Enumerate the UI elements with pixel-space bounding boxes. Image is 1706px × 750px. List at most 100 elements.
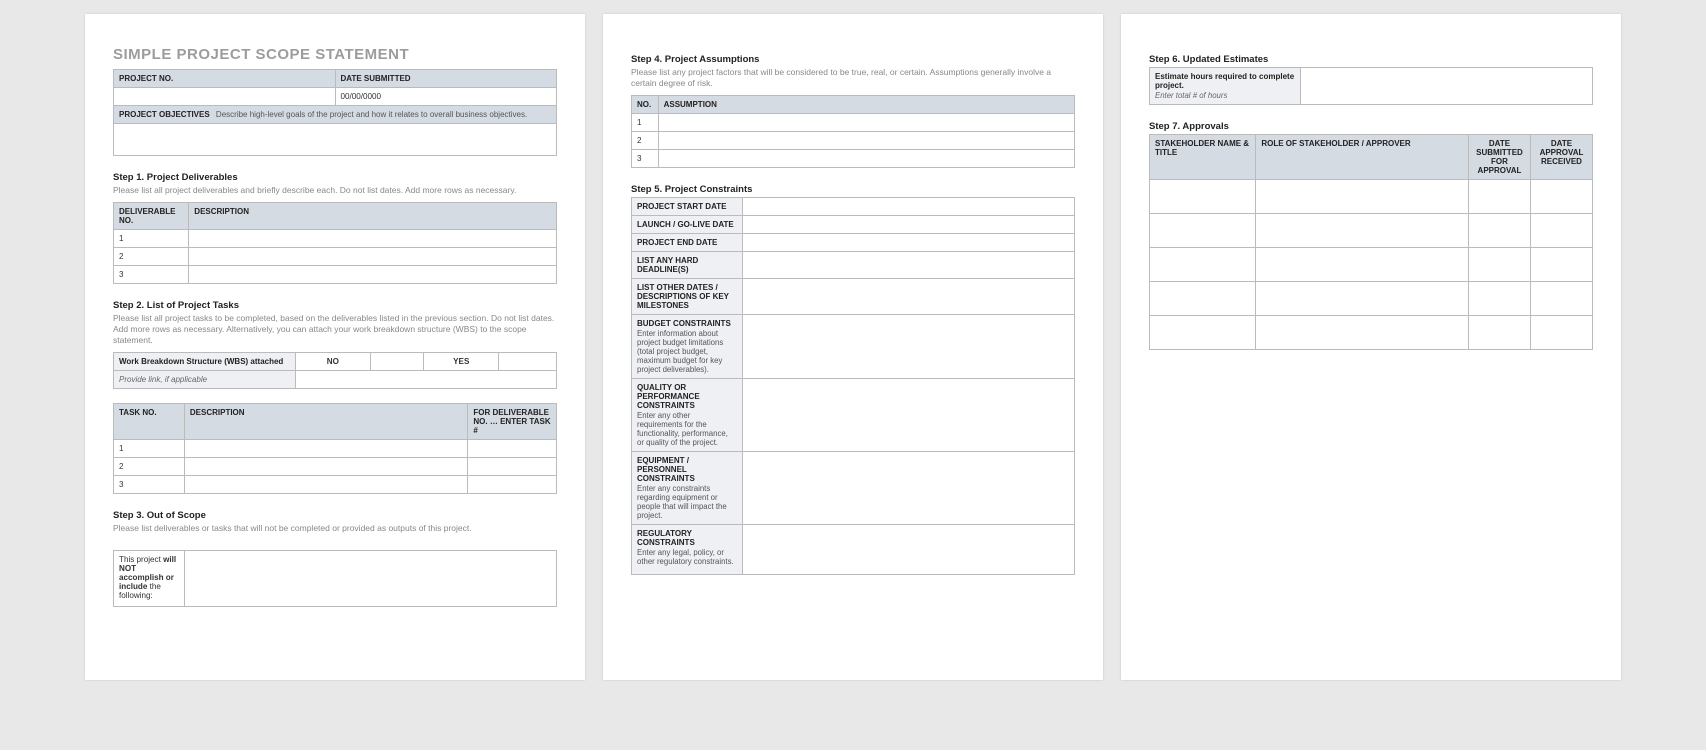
document-title: SIMPLE PROJECT SCOPE STATEMENT: [113, 46, 557, 63]
estimates-value[interactable]: [1300, 68, 1592, 105]
deliverable-row-no[interactable]: 3: [114, 266, 189, 284]
task-row-no[interactable]: 2: [114, 458, 185, 476]
approval-role[interactable]: [1256, 282, 1469, 316]
assumption-row-no[interactable]: 1: [632, 114, 659, 132]
step2-desc: Please list all project tasks to be comp…: [113, 313, 557, 346]
task-row-desc[interactable]: [184, 458, 468, 476]
deliverables-table: DELIVERABLE NO. DESCRIPTION 1 2 3: [113, 202, 557, 284]
task-row-for[interactable]: [468, 476, 557, 494]
constraint-equipment-value[interactable]: [742, 452, 1074, 525]
approval-role[interactable]: [1256, 214, 1469, 248]
objectives-header: PROJECT OBJECTIVES Describe high-level g…: [114, 106, 557, 124]
constraint-start-label: PROJECT START DATE: [632, 198, 743, 216]
approval-received[interactable]: [1530, 180, 1592, 214]
date-submitted-value[interactable]: 00/00/0000: [335, 88, 557, 106]
deliverables-col-no: DELIVERABLE NO.: [114, 203, 189, 230]
step7-title: Step 7. Approvals: [1149, 121, 1593, 132]
step3-title: Step 3. Out of Scope: [113, 510, 557, 521]
approval-submitted[interactable]: [1468, 180, 1530, 214]
assumption-row-text[interactable]: [658, 150, 1074, 168]
deliverable-row-no[interactable]: 1: [114, 230, 189, 248]
approvals-col-received: DATE APPROVAL RECEIVED: [1530, 135, 1592, 180]
assumptions-col-text: ASSUMPTION: [658, 96, 1074, 114]
constraint-budget-label: BUDGET CONSTRAINTS Enter information abo…: [632, 315, 743, 379]
approval-submitted[interactable]: [1468, 316, 1530, 350]
wbs-label: Work Breakdown Structure (WBS) attached: [114, 353, 296, 371]
constraint-start-value[interactable]: [742, 198, 1074, 216]
task-row-no[interactable]: 3: [114, 476, 185, 494]
assumption-row-text[interactable]: [658, 132, 1074, 150]
approval-role[interactable]: [1256, 316, 1469, 350]
constraint-budget-value[interactable]: [742, 315, 1074, 379]
assumption-row-no[interactable]: 2: [632, 132, 659, 150]
approval-name[interactable]: [1150, 282, 1256, 316]
wbs-yes-check[interactable]: [499, 353, 557, 371]
wbs-no-label: NO: [295, 353, 370, 371]
approval-name[interactable]: [1150, 248, 1256, 282]
out-of-scope-label: This project will NOT accomplish or incl…: [114, 551, 185, 607]
deliverable-row-desc[interactable]: [189, 230, 557, 248]
out-of-scope-value[interactable]: [184, 551, 556, 607]
tasks-col-no: TASK NO.: [114, 404, 185, 440]
task-row-desc[interactable]: [184, 476, 468, 494]
approval-received[interactable]: [1530, 316, 1592, 350]
tasks-col-desc: DESCRIPTION: [184, 404, 468, 440]
date-submitted-header: DATE SUBMITTED: [335, 70, 557, 88]
approvals-col-role: ROLE OF STAKEHOLDER / APPROVER: [1256, 135, 1469, 180]
constraint-milestones-label: LIST OTHER DATES / DESCRIPTIONS OF KEY M…: [632, 279, 743, 315]
approval-submitted[interactable]: [1468, 248, 1530, 282]
step4-title: Step 4. Project Assumptions: [631, 54, 1075, 65]
deliverable-row-desc[interactable]: [189, 266, 557, 284]
assumptions-table: NO. ASSUMPTION 1 2 3: [631, 95, 1075, 168]
deliverable-row-desc[interactable]: [189, 248, 557, 266]
constraint-end-value[interactable]: [742, 234, 1074, 252]
constraint-regulatory-value[interactable]: [742, 525, 1074, 575]
wbs-link-value[interactable]: [295, 371, 556, 389]
task-row-for[interactable]: [468, 440, 557, 458]
constraint-quality-label: QUALITY OR PERFORMANCE CONSTRAINTS Enter…: [632, 379, 743, 452]
constraint-milestones-value[interactable]: [742, 279, 1074, 315]
deliverables-col-desc: DESCRIPTION: [189, 203, 557, 230]
step1-desc: Please list all project deliverables and…: [113, 185, 557, 196]
assumptions-col-no: NO.: [632, 96, 659, 114]
constraint-golive-label: LAUNCH / GO-LIVE DATE: [632, 216, 743, 234]
task-row-no[interactable]: 1: [114, 440, 185, 458]
approval-received[interactable]: [1530, 214, 1592, 248]
tasks-table: TASK NO. DESCRIPTION FOR DELIVERABLE NO.…: [113, 403, 557, 494]
step4-desc: Please list any project factors that wil…: [631, 67, 1075, 89]
document-page-3: Step 6. Updated Estimates Estimate hours…: [1121, 14, 1621, 680]
approvals-col-submitted: DATE SUBMITTED FOR APPROVAL: [1468, 135, 1530, 180]
approval-submitted[interactable]: [1468, 214, 1530, 248]
constraint-quality-value[interactable]: [742, 379, 1074, 452]
step1-title: Step 1. Project Deliverables: [113, 172, 557, 183]
approval-name[interactable]: [1150, 214, 1256, 248]
task-row-desc[interactable]: [184, 440, 468, 458]
estimates-label: Estimate hours required to complete proj…: [1150, 68, 1301, 105]
wbs-no-check[interactable]: [370, 353, 423, 371]
assumption-row-no[interactable]: 3: [632, 150, 659, 168]
wbs-yes-label: YES: [424, 353, 499, 371]
approval-submitted[interactable]: [1468, 282, 1530, 316]
task-row-for[interactable]: [468, 458, 557, 476]
deliverable-row-no[interactable]: 2: [114, 248, 189, 266]
approvals-col-name: STAKEHOLDER NAME & TITLE: [1150, 135, 1256, 180]
approval-name[interactable]: [1150, 180, 1256, 214]
out-of-scope-table: This project will NOT accomplish or incl…: [113, 550, 557, 607]
project-no-value[interactable]: [114, 88, 336, 106]
wbs-provide-link-label: Provide link, if applicable: [114, 371, 296, 389]
constraint-golive-value[interactable]: [742, 216, 1074, 234]
approval-role[interactable]: [1256, 248, 1469, 282]
assumption-row-text[interactable]: [658, 114, 1074, 132]
constraint-deadlines-label: LIST ANY HARD DEADLINE(S): [632, 252, 743, 279]
approval-received[interactable]: [1530, 282, 1592, 316]
step2-title: Step 2. List of Project Tasks: [113, 300, 557, 311]
document-page-1: SIMPLE PROJECT SCOPE STATEMENT PROJECT N…: [85, 14, 585, 680]
constraint-end-label: PROJECT END DATE: [632, 234, 743, 252]
approval-received[interactable]: [1530, 248, 1592, 282]
approval-name[interactable]: [1150, 316, 1256, 350]
approval-role[interactable]: [1256, 180, 1469, 214]
objectives-value[interactable]: [114, 124, 557, 156]
project-no-header: PROJECT NO.: [114, 70, 336, 88]
meta-table: PROJECT NO. DATE SUBMITTED 00/00/0000 PR…: [113, 69, 557, 156]
constraint-deadlines-value[interactable]: [742, 252, 1074, 279]
